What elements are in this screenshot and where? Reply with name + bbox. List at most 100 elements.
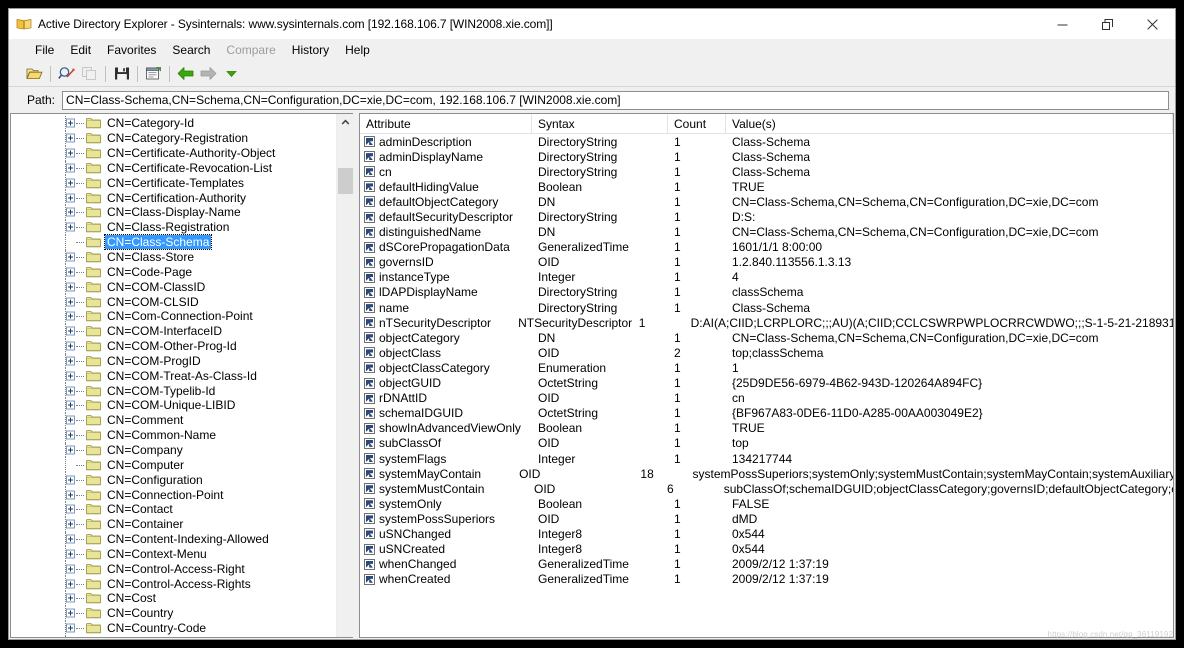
chevron-down-icon[interactable] — [220, 63, 243, 85]
tree-item[interactable]: CN=Comment — [11, 412, 353, 428]
menu-item-favorites[interactable]: Favorites — [99, 41, 164, 59]
tree-expand-plus-icon[interactable] — [66, 623, 75, 633]
back-arrow-icon[interactable] — [174, 63, 197, 85]
column-header-attribute[interactable]: Attribute — [360, 114, 532, 134]
tree-item[interactable]: CN=COM-InterfaceID — [11, 323, 353, 339]
table-row[interactable]: systemMayContain OID 18 systemPossSuperiors… — [360, 466, 1173, 481]
tree-item[interactable]: CN=Certificate-Revocation-List — [11, 160, 353, 176]
column-header-value-s[interactable]: Value(s) — [726, 114, 1173, 134]
tree-item[interactable]: CN=Country — [11, 605, 353, 621]
table-row[interactable]: cn DirectoryString 1 Class-Schema — [360, 164, 1173, 179]
tree-expand-plus-icon[interactable] — [66, 356, 75, 366]
tree-expand-plus-icon[interactable] — [66, 415, 75, 425]
tree-expand-plus-icon[interactable] — [66, 593, 75, 603]
table-row[interactable]: instanceType Integer 1 4 — [360, 270, 1173, 285]
tree-item[interactable]: CN=Code-Page — [11, 264, 353, 280]
table-row[interactable]: objectClass OID 2 top;classSchema — [360, 345, 1173, 360]
scroll-up-arrow-icon[interactable] — [337, 114, 353, 131]
tree-item[interactable]: CN=Class-Schema — [11, 234, 353, 251]
table-row[interactable]: governsID OID 1 1.2.840.113556.1.3.13 — [360, 255, 1173, 270]
table-row[interactable]: defaultSecurityDescriptor DirectoryString… — [360, 209, 1173, 224]
tree-item[interactable]: CN=Class-Registration — [11, 219, 353, 235]
menu-item-history[interactable]: History — [284, 41, 337, 59]
tree-expand-plus-icon[interactable] — [66, 564, 75, 574]
tree-item[interactable]: CN=Container — [11, 516, 353, 532]
table-row[interactable]: objectClassCategory Enumeration 1 1 — [360, 360, 1173, 375]
tree-item[interactable]: CN=COM-ClassID — [11, 279, 353, 295]
column-header-count[interactable]: Count — [668, 114, 726, 134]
table-row[interactable]: lDAPDisplayName DirectoryString 1 classSche… — [360, 285, 1173, 300]
tree-expand-plus-icon[interactable] — [66, 311, 75, 321]
tree-expand-plus-icon[interactable] — [66, 519, 75, 529]
table-row[interactable]: schemaIDGUID OctetString 1 {BF967A83-0DE6-1… — [360, 406, 1173, 421]
tree-item[interactable]: CN=COM-ProgID — [11, 353, 353, 369]
tree-item[interactable]: CN=Certification-Authority — [11, 190, 353, 206]
tree-expand-plus-icon[interactable] — [66, 608, 75, 618]
table-row[interactable]: systemFlags Integer 1 134217744 — [360, 451, 1173, 466]
properties-icon[interactable] — [142, 63, 165, 85]
table-row[interactable]: adminDescription DirectoryString 1 Class-Sc… — [360, 134, 1173, 149]
tree-expand-plus-icon[interactable] — [66, 534, 75, 544]
tree-item[interactable]: CN=Computer — [11, 457, 353, 473]
table-row[interactable]: nTSecurityDescriptor NTSecurityDescriptor… — [360, 315, 1173, 330]
tree-expand-plus-icon[interactable] — [66, 386, 75, 396]
table-row[interactable]: defaultHidingValue Boolean 1 TRUE — [360, 179, 1173, 194]
tree-expand-plus-icon[interactable] — [66, 178, 75, 188]
tree-expand-plus-icon[interactable] — [66, 430, 75, 440]
tree-item[interactable]: CN=Contact — [11, 501, 353, 517]
tree-expand-plus-icon[interactable] — [66, 207, 75, 217]
tree-expand-plus-icon[interactable] — [66, 148, 75, 158]
table-row[interactable]: whenChanged GeneralizedTime 1 2009/2/12 1:3… — [360, 557, 1173, 572]
tree-item[interactable]: CN=Certificate-Authority-Object — [11, 145, 353, 161]
tree-expand-plus-icon[interactable] — [66, 504, 75, 514]
tree-item[interactable]: CN=COM-CLSID — [11, 294, 353, 309]
tree-item[interactable]: CN=COM-Typelib-Id — [11, 383, 353, 399]
path-input[interactable] — [62, 90, 1169, 110]
tree-item[interactable]: CN=Class-Store — [11, 249, 353, 265]
tree-item[interactable]: CN=Cost — [11, 591, 353, 606]
tree-expand-plus-icon[interactable] — [66, 193, 75, 203]
tree-item[interactable]: CN=Company — [11, 442, 353, 458]
tree-expand-plus-icon[interactable] — [66, 118, 75, 128]
menu-item-search[interactable]: Search — [164, 41, 218, 59]
tree-item[interactable]: CN=Com-Connection-Point — [11, 308, 353, 324]
table-row[interactable]: adminDisplayName DirectoryString 1 Class-Sc… — [360, 149, 1173, 164]
tree-expand-plus-icon[interactable] — [66, 297, 75, 307]
tree-item[interactable]: CN=Category-Registration — [11, 130, 353, 146]
tree-item[interactable]: CN=COM-Unique-LIBID — [11, 398, 353, 413]
tree-item[interactable]: CN=Context-Menu — [11, 546, 353, 562]
tree-expand-plus-icon[interactable] — [66, 133, 75, 143]
tree-item[interactable]: CN=Country-Code — [11, 620, 353, 636]
table-row[interactable]: rDNAttID OID 1 cn — [360, 391, 1173, 406]
tree-vertical-scrollbar[interactable] — [336, 114, 353, 637]
table-row[interactable]: whenCreated GeneralizedTime 1 2009/2/12 1:3… — [360, 572, 1173, 587]
tree-item[interactable]: CN=Configuration — [11, 472, 353, 488]
tree-expand-plus-icon[interactable] — [66, 341, 75, 351]
table-row[interactable]: uSNChanged Integer8 1 0x544 — [360, 526, 1173, 541]
menu-item-file[interactable]: File — [27, 41, 62, 59]
tree-expand-plus-icon[interactable] — [66, 282, 75, 292]
tree-expand-plus-icon[interactable] — [66, 490, 75, 500]
tree-expand-plus-icon[interactable] — [66, 400, 75, 410]
restore-button[interactable] — [1085, 9, 1130, 39]
table-row[interactable]: showInAdvancedViewOnly Boolean 1 TRUE — [360, 421, 1173, 436]
tree-expand-plus-icon[interactable] — [66, 163, 75, 173]
table-row[interactable]: systemMustContain OID 6 subClassOf;schemaID… — [360, 481, 1173, 496]
tree-item[interactable]: CN=Class-Display-Name — [11, 205, 353, 220]
tree-item[interactable]: CN=Content-Indexing-Allowed — [11, 531, 353, 547]
tree-item[interactable]: CN=Certificate-Templates — [11, 175, 353, 191]
table-row[interactable]: dSCorePropagationData GeneralizedTime 1 160… — [360, 240, 1173, 255]
tree-expand-plus-icon[interactable] — [66, 326, 75, 336]
table-row[interactable]: objectGUID OctetString 1 {25D9DE56-6979-4B6… — [360, 376, 1173, 391]
tree-item[interactable]: CN=Common-Name — [11, 427, 353, 443]
tree-expand-plus-icon[interactable] — [66, 445, 75, 455]
table-row[interactable]: uSNCreated Integer8 1 0x544 — [360, 542, 1173, 557]
search-icon[interactable] — [55, 63, 78, 85]
tree-expand-plus-icon[interactable] — [66, 252, 75, 262]
open-folder-icon[interactable] — [23, 63, 46, 85]
directory-tree[interactable]: CN=Category-Id CN=Category-Registration CN… — [11, 114, 353, 637]
tree-item[interactable]: CN=Control-Access-Right — [11, 561, 353, 577]
title-bar[interactable]: Active Directory Explorer - Sysinternals… — [9, 9, 1175, 39]
scrollbar-thumb[interactable] — [338, 168, 353, 194]
column-header-syntax[interactable]: Syntax — [532, 114, 668, 134]
